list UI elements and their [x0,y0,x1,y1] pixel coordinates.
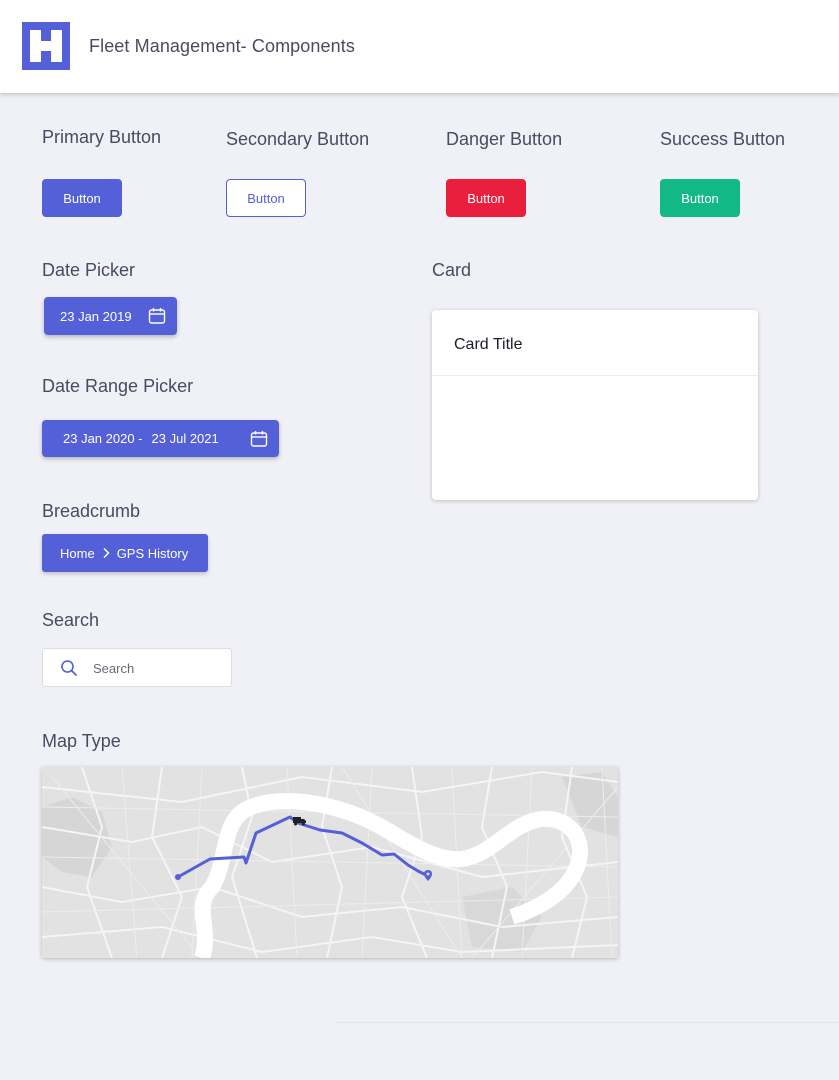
route-start-point [175,874,181,880]
date-range-end: 23 Jul 2021 [151,431,219,446]
success-button-heading: Success Button [660,129,786,149]
calendar-icon [148,307,166,328]
map-type-heading: Map Type [42,731,121,751]
map-view[interactable] [42,767,618,958]
top-bar: Fleet Management- Components [0,0,839,93]
footer-divider [335,1022,839,1023]
search-icon [60,659,78,682]
search-input[interactable] [93,659,223,677]
card-heading: Card [432,260,472,280]
breadcrumb-home[interactable]: Home [60,546,95,561]
secondary-button[interactable]: Button [226,179,306,217]
breadcrumb: Home GPS History [42,534,208,572]
date-picker-heading: Date Picker [42,260,136,280]
primary-button[interactable]: Button [42,179,122,217]
card: Card Title [432,310,758,500]
app-title: Fleet Management- Components [89,36,355,56]
primary-button-heading: Primary Button [42,127,162,147]
breadcrumb-heading: Breadcrumb [42,501,141,521]
app-logo[interactable] [22,22,70,70]
danger-button[interactable]: Button [446,179,526,217]
date-range-picker[interactable]: 23 Jan 2020 - 23 Jul 2021 [42,420,279,457]
card-title: Card Title [454,336,523,353]
danger-button-heading: Danger Button [446,129,563,149]
date-range-picker-heading: Date Range Picker [42,376,194,396]
map-canvas [42,767,618,958]
chevron-right-icon [101,547,111,559]
success-button[interactable]: Button [660,179,740,217]
secondary-button-heading: Secondary Button [226,129,370,149]
calendar-icon [250,430,268,451]
search-heading: Search [42,610,100,630]
search-box[interactable] [42,648,232,687]
breadcrumb-gps-history[interactable]: GPS History [117,546,189,561]
card-divider [432,375,758,376]
logo-mark-icon [22,22,70,70]
date-picker-value: 23 Jan 2019 [60,308,132,324]
date-picker[interactable]: 23 Jan 2019 [44,297,177,335]
date-range-start: 23 Jan 2020 - [63,431,143,446]
